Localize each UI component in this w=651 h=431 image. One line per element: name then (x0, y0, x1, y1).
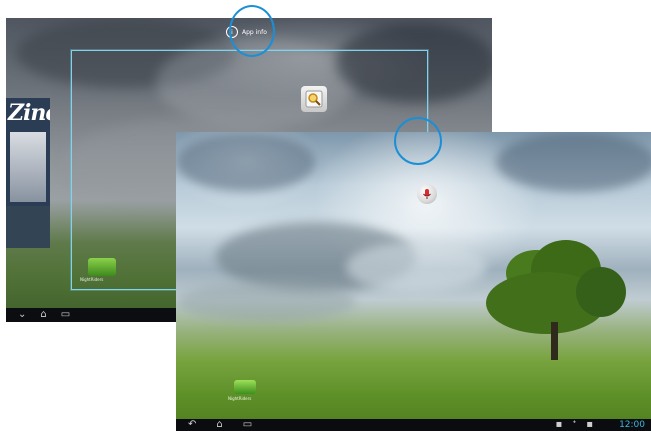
tree-canopy (576, 267, 626, 317)
status-icons: ▪ ᐩ ▪ (556, 419, 593, 431)
recent-apps-icon[interactable]: ▭ (61, 309, 70, 321)
home-icon[interactable]: ⌂ (216, 419, 222, 431)
magazine-widget[interactable]: Zine (6, 98, 50, 248)
front-tablet-screen: NightRiders ↶ ⌂ ▭ ▪ ᐩ ▪ 12:00 (176, 132, 651, 431)
cloud (496, 132, 651, 192)
back-icon[interactable]: ⌄ (18, 309, 26, 321)
front-system-bar: ↶ ⌂ ▭ ▪ ᐩ ▪ 12:00 (176, 419, 651, 431)
app-label: NightRiders (228, 396, 252, 401)
magazine-cover-image (10, 132, 46, 202)
clock[interactable]: 12:00 (619, 420, 645, 430)
app-label: NightRiders (80, 277, 104, 282)
status-icon: ▪ (555, 419, 563, 430)
cloud (346, 242, 486, 292)
home-icon[interactable]: ⌂ (40, 309, 46, 321)
back-icon[interactable]: ↶ (188, 419, 196, 431)
recent-apps-icon[interactable]: ▭ (243, 419, 252, 431)
highlight-circle-app-info (229, 5, 275, 57)
search-icon (305, 90, 323, 108)
status-icon: ▪ (586, 419, 593, 430)
highlight-circle-top-edge (394, 117, 442, 165)
magazine-title: Zine (8, 100, 50, 126)
cloud (176, 132, 316, 192)
tree-trunk (551, 322, 558, 360)
status-icon: ᐩ (572, 419, 577, 430)
nav-buttons: ↶ ⌂ ▭ (188, 419, 252, 431)
voice-search-widget[interactable] (417, 184, 437, 204)
app-icon[interactable] (234, 380, 256, 394)
cloud (176, 282, 356, 322)
microphone-icon (423, 189, 431, 199)
search-widget[interactable] (301, 86, 327, 112)
app-icon[interactable] (88, 258, 116, 276)
magazine-cover-footer (6, 206, 50, 248)
